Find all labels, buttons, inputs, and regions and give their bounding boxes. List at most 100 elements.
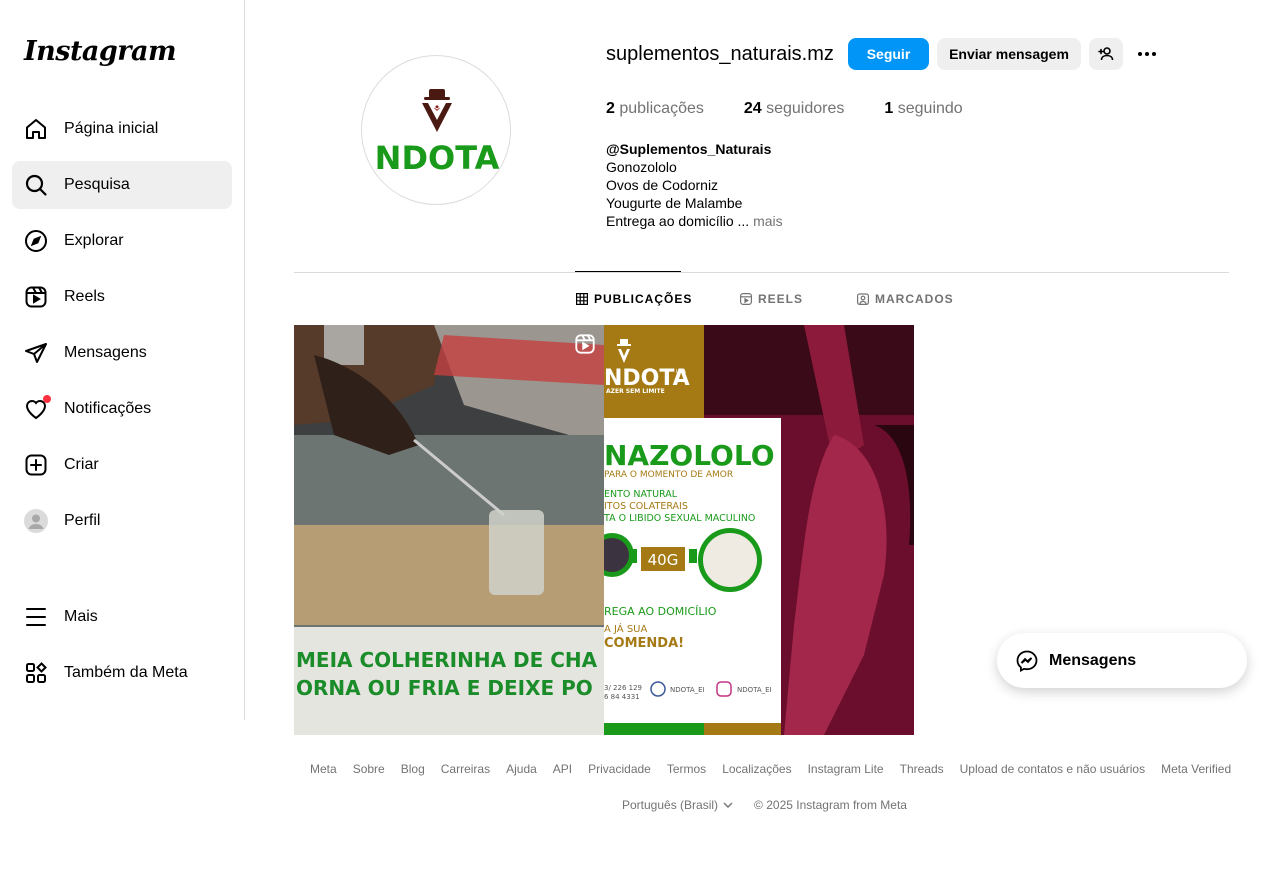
search-icon <box>24 173 48 197</box>
nav-create-label: Criar <box>64 456 99 473</box>
footer-link[interactable]: Localizações <box>722 762 791 776</box>
bio-line: Ovos de Codorniz <box>606 177 719 193</box>
more-options-button[interactable] <box>1130 38 1164 70</box>
ad-product-name: NAZOLOLO <box>604 439 775 472</box>
footer-link[interactable]: Ajuda <box>506 762 537 776</box>
tab-posts-label: PUBLICAÇÕES <box>594 292 693 306</box>
nav-reels[interactable]: Reels <box>12 273 232 321</box>
tab-reels[interactable]: REELS <box>740 292 803 306</box>
bio-line: Yougurte de Malambe <box>606 195 743 211</box>
reels-small-icon <box>740 293 752 305</box>
posts-label: publicações <box>619 100 704 117</box>
avatar-brand-text: NDOTA <box>375 139 500 177</box>
nav-also-from-meta-label: Também da Meta <box>64 664 188 681</box>
follow-button[interactable]: Seguir <box>848 38 929 70</box>
reel-caption-line-2: ORNA OU FRIA E DEIXE PO <box>296 676 593 700</box>
compass-icon <box>24 229 48 253</box>
ad-feature-3: TA O LIBIDO SEXUAL MACULINO <box>604 513 755 524</box>
ad-phone-2: 6 84 4331 <box>604 693 640 701</box>
messages-floating-button[interactable]: Mensagens <box>997 633 1247 688</box>
reel-thumbnail-image: MEIA COLHERINHA DE CHA ORNA OU FRIA E DE… <box>294 325 604 735</box>
bio-line: Gonozololo <box>606 159 677 175</box>
grid-icon <box>576 293 588 305</box>
footer-link[interactable]: Meta Verified <box>1161 762 1231 776</box>
profile-bio: @Suplementos_Naturais Gonozololo Ovos de… <box>606 140 783 230</box>
nav-profile-label: Perfil <box>64 512 101 529</box>
nav-also-from-meta[interactable]: Também da Meta <box>12 649 232 697</box>
nav-create[interactable]: Criar <box>12 441 232 489</box>
home-icon <box>24 117 48 141</box>
following-stat[interactable]: 1 seguindo <box>884 100 962 118</box>
notification-dot <box>43 395 51 403</box>
ellipsis-icon <box>1138 52 1156 56</box>
bio-line-text: Entrega ao domicílio ... <box>606 213 750 229</box>
footer-bottom: Português (Brasil) © 2025 Instagram from… <box>622 798 907 812</box>
followers-stat[interactable]: 24 seguidores <box>744 100 845 118</box>
footer-link[interactable]: API <box>553 762 572 776</box>
post-thumbnail-reel[interactable]: MEIA COLHERINHA DE CHA ORNA OU FRIA E DE… <box>294 325 604 735</box>
messenger-icon <box>1016 650 1038 672</box>
ad-phone-1: 3/ 226 129 <box>604 684 642 692</box>
language-label: Português (Brasil) <box>622 798 719 812</box>
footer-link[interactable]: Instagram Lite <box>808 762 884 776</box>
reel-badge-icon <box>575 334 595 354</box>
tab-tagged[interactable]: MARCADOS <box>857 292 954 306</box>
bio-more-link[interactable]: mais <box>753 213 783 229</box>
language-selector[interactable]: Português (Brasil) <box>622 798 734 812</box>
nav-search-label: Pesquisa <box>64 176 130 193</box>
post-thumbnail-image[interactable]: NDOTA LDA AZER SEM LIMITE NAZOLOLO PARA … <box>604 325 914 735</box>
nav-notifications-label: Notificações <box>64 400 152 417</box>
ad-subtitle: PARA O MOMENTO DE AMOR <box>604 470 733 480</box>
tagged-icon <box>857 293 869 305</box>
ad-order-line-1: A JÁ SUA <box>604 622 647 635</box>
followers-label: seguidores <box>766 100 845 117</box>
tab-tagged-label: MARCADOS <box>875 292 954 306</box>
active-tab-indicator <box>575 271 681 272</box>
messages-pill-label: Mensagens <box>1049 651 1137 669</box>
send-message-button[interactable]: Enviar mensagem <box>937 38 1081 70</box>
footer-link[interactable]: Upload de contatos e não usuários <box>960 762 1145 776</box>
ad-tagline: AZER SEM LIMITE <box>606 388 665 395</box>
reels-icon <box>24 285 48 309</box>
profile-avatar-icon <box>24 509 48 533</box>
nav-home-label: Página inicial <box>64 120 159 137</box>
profile-stats: 2 publicações 24 seguidores 1 seguindo <box>606 100 1003 118</box>
nav-search[interactable]: Pesquisa <box>12 161 232 209</box>
nav-explore[interactable]: Explorar <box>12 217 232 265</box>
ad-feature-1: ENTO NATURAL <box>604 489 678 500</box>
footer-link[interactable]: Termos <box>667 762 706 776</box>
ad-facebook-handle: NDOTA_EI <box>670 686 705 694</box>
instagram-logo[interactable]: Instagram <box>24 36 177 67</box>
nav-home[interactable]: Página inicial <box>12 105 232 153</box>
tab-reels-label: REELS <box>758 292 804 306</box>
meta-apps-icon <box>24 661 48 685</box>
profile-username: suplementos_naturais.mz <box>606 43 834 65</box>
footer-links: Meta Sobre Blog Carreiras Ajuda API Priv… <box>310 762 1247 776</box>
nav-messages[interactable]: Mensagens <box>12 329 232 377</box>
nav-messages-label: Mensagens <box>64 344 147 361</box>
following-count: 1 <box>884 100 894 117</box>
nav-explore-label: Explorar <box>64 232 124 249</box>
add-user-icon <box>1098 47 1114 61</box>
footer-link[interactable]: Carreiras <box>441 762 490 776</box>
suggest-accounts-button[interactable] <box>1089 38 1123 70</box>
nav-more[interactable]: Mais <box>12 593 232 641</box>
hamburger-icon <box>24 605 48 629</box>
nav-profile[interactable]: Perfil <box>12 497 232 545</box>
copyright: © 2025 Instagram from Meta <box>754 798 907 812</box>
ad-weight: 40G <box>648 551 679 569</box>
bio-handle: @Suplementos_Naturais <box>606 141 772 157</box>
tab-posts[interactable]: PUBLICAÇÕES <box>576 292 692 306</box>
footer-link[interactable]: Sobre <box>353 762 385 776</box>
footer-link[interactable]: Privacidade <box>588 762 651 776</box>
paper-plane-icon <box>24 341 48 365</box>
nav-more-label: Mais <box>64 608 98 625</box>
profile-avatar[interactable]: NDOTA <box>361 55 511 205</box>
bio-line-last: Entrega ao domicílio ... mais <box>606 212 783 230</box>
footer-link[interactable]: Threads <box>900 762 944 776</box>
followers-count: 24 <box>743 100 762 117</box>
nav-notifications[interactable]: Notificações <box>12 385 232 433</box>
posts-stat: 2 publicações <box>606 100 704 118</box>
footer-link[interactable]: Meta <box>310 762 337 776</box>
footer-link[interactable]: Blog <box>401 762 425 776</box>
